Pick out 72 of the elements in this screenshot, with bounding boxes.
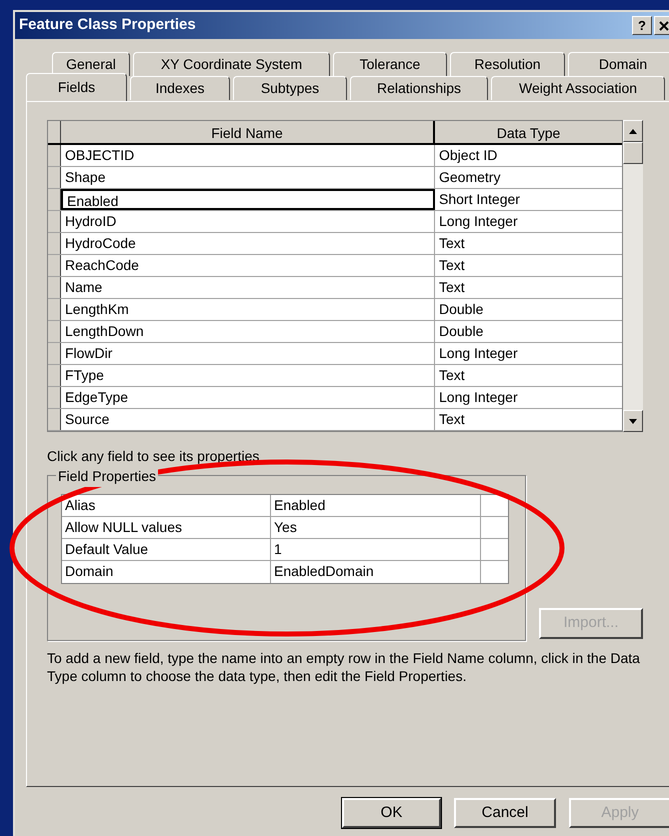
table-cell[interactable]: Short Integer	[435, 189, 622, 210]
down-arrow-icon	[629, 418, 637, 424]
table-cell[interactable]: Double	[435, 299, 622, 320]
table-cell[interactable]: Name	[61, 277, 435, 298]
property-name: Alias	[62, 495, 271, 516]
row-selector[interactable]	[48, 233, 61, 254]
column-header: Data Type	[496, 124, 562, 143]
tab[interactable]: Weight Association	[491, 76, 665, 100]
table-cell[interactable]: FType	[61, 365, 435, 386]
table-cell[interactable]: Text	[435, 409, 622, 430]
table-cell[interactable]: Source	[61, 409, 435, 430]
property-value[interactable]: Enabled	[271, 495, 481, 516]
property-name: Domain	[62, 561, 271, 583]
property-name: Default Value	[62, 539, 271, 560]
table-cell[interactable]: LengthKm	[61, 299, 435, 320]
scrollbar[interactable]	[623, 120, 643, 432]
table-cell[interactable]: FlowDir	[61, 343, 435, 364]
row-selector[interactable]	[48, 255, 61, 276]
table-cell[interactable]: Long Integer	[435, 387, 622, 408]
row-selector[interactable]	[48, 167, 61, 188]
scroll-up-button[interactable]	[623, 120, 643, 142]
tab[interactable]: Domain	[568, 52, 669, 76]
table-cell[interactable]: Geometry	[435, 167, 622, 188]
dialog-button[interactable]: Cancel	[454, 798, 556, 828]
row-selector[interactable]	[48, 387, 61, 408]
tab[interactable]: Resolution	[450, 52, 565, 76]
table-cell[interactable]: Text	[435, 277, 622, 298]
up-arrow-icon	[629, 128, 637, 134]
tab[interactable]: Fields	[26, 73, 127, 101]
property-value[interactable]: 1	[271, 539, 481, 560]
row-selector[interactable]	[48, 321, 61, 342]
column-header: Field Name	[61, 121, 435, 143]
hint-text: Click any field to see its properties	[47, 447, 260, 466]
row-selector[interactable]	[48, 189, 61, 210]
dialog-button[interactable]: OK	[342, 798, 441, 828]
row-selector[interactable]	[48, 343, 61, 364]
row-selector[interactable]	[48, 365, 61, 386]
table-cell[interactable]: Object ID	[435, 145, 622, 166]
tab[interactable]: Indexes	[130, 76, 230, 100]
tab[interactable]: Subtypes	[233, 76, 347, 100]
table-cell[interactable]: Text	[435, 233, 622, 254]
close-button[interactable]	[654, 16, 669, 35]
table-cell[interactable]: Long Integer	[435, 343, 622, 364]
property-name: Allow NULL values	[62, 517, 271, 538]
scroll-thumb[interactable]	[623, 142, 643, 164]
tab[interactable]: Relationships	[350, 76, 488, 100]
table-cell[interactable]: Text	[435, 365, 622, 386]
property-value[interactable]: Yes	[271, 517, 481, 538]
row-selector[interactable]	[48, 211, 61, 232]
table-cell[interactable]: OBJECTID	[61, 145, 435, 166]
table-cell[interactable]: Long Integer	[435, 211, 622, 232]
table-cell[interactable]: Shape	[61, 167, 435, 188]
help-button[interactable]: ?	[632, 16, 652, 35]
table-cell[interactable]: HydroID	[61, 211, 435, 232]
tab[interactable]: Tolerance	[333, 52, 447, 76]
property-value[interactable]: EnabledDomain	[271, 561, 481, 583]
row-selector[interactable]	[48, 277, 61, 298]
window-title: Feature Class Properties	[19, 15, 196, 36]
table-cell[interactable]: HydroCode	[61, 233, 435, 254]
table-cell[interactable]: LengthDown	[61, 321, 435, 342]
instructions-text: To add a new field, type the name into an empty row in the Field Name column, click in the Data Type column to choose the data type, then edit the Field Properties.	[47, 649, 641, 685]
table-cell[interactable]: Double	[435, 321, 622, 342]
tab[interactable]: XY Coordinate System	[133, 52, 330, 76]
table-cell[interactable]: EdgeType	[61, 387, 435, 408]
table-cell[interactable]: ReachCode	[61, 255, 435, 276]
scroll-down-button[interactable]	[623, 410, 643, 432]
row-selector[interactable]	[48, 299, 61, 320]
row-selector[interactable]	[48, 145, 61, 166]
close-icon	[659, 20, 669, 30]
table-cell[interactable]: Enabled	[61, 189, 435, 210]
row-selector[interactable]	[48, 409, 61, 430]
table-cell[interactable]: Text	[435, 255, 622, 276]
